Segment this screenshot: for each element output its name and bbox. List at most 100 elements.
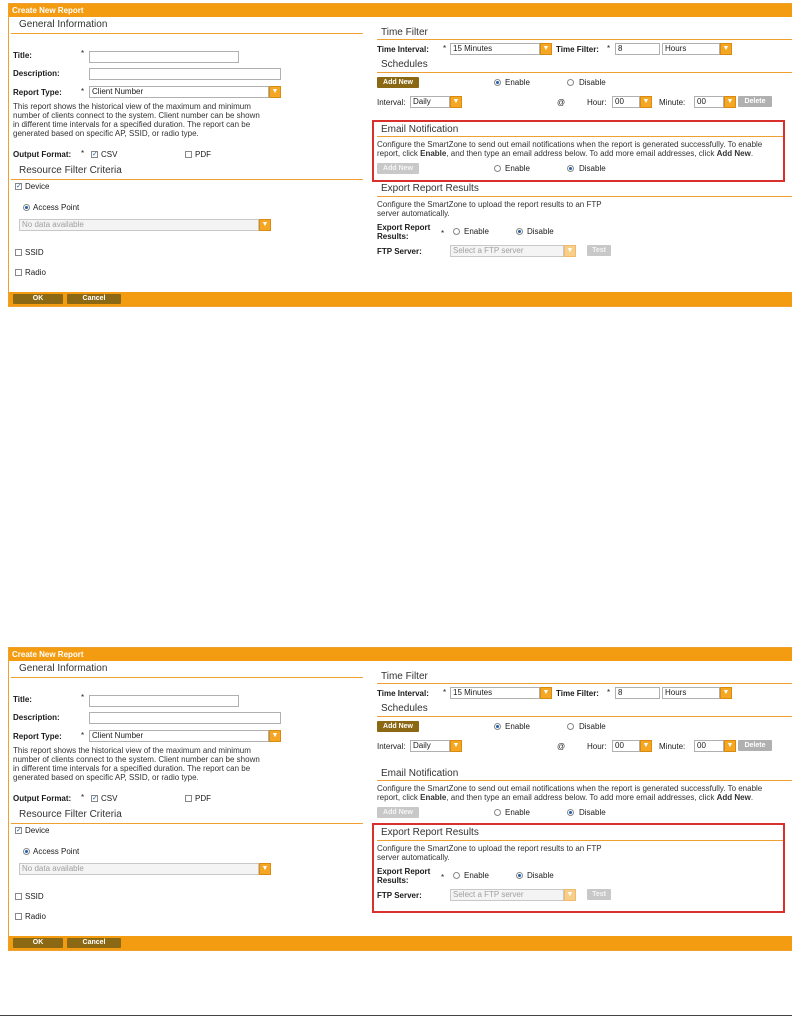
ap-select[interactable]: No data available <box>19 863 259 875</box>
divider <box>377 196 792 197</box>
schedule-disable-radio[interactable] <box>567 723 574 730</box>
required-mark: * <box>81 87 85 96</box>
export-disable-radio[interactable] <box>516 228 523 235</box>
time-filter-input[interactable]: 8 <box>615 687 660 699</box>
csv-checkbox[interactable]: ✓ <box>91 795 98 802</box>
csv-checkbox[interactable]: ✓ <box>91 151 98 158</box>
chevron-down-icon[interactable]: ▼ <box>450 96 462 108</box>
email-enable-radio[interactable] <box>494 809 501 816</box>
hour-select[interactable]: 00 <box>612 96 640 108</box>
schedules-heading: Schedules <box>381 59 428 70</box>
email-add-new-button[interactable]: Add New <box>377 807 419 818</box>
access-point-label: Access Point <box>33 203 80 212</box>
report-type-label: Report Type: <box>13 88 62 97</box>
chevron-down-icon[interactable]: ▼ <box>540 43 552 55</box>
export-disable-label: Disable <box>527 227 554 236</box>
schedule-enable-radio[interactable] <box>494 723 501 730</box>
time-interval-select[interactable]: 15 Minutes <box>450 687 540 699</box>
required-mark: * <box>441 229 445 238</box>
export-heading: Export Report Results <box>381 183 479 194</box>
minute-select[interactable]: 00 <box>694 740 724 752</box>
interval-select[interactable]: Daily <box>410 740 450 752</box>
interval-select[interactable]: Daily <box>410 96 450 108</box>
time-unit-select[interactable]: Hours <box>662 687 720 699</box>
chevron-down-icon[interactable]: ▼ <box>640 96 652 108</box>
access-point-radio[interactable] <box>23 204 30 211</box>
export-description: Configure the SmartZone to upload the re… <box>377 200 602 218</box>
schedule-add-new-button[interactable]: Add New <box>377 77 419 88</box>
time-filter-label: Time Filter: <box>556 689 599 698</box>
cancel-button[interactable]: Cancel <box>67 294 121 304</box>
access-point-radio[interactable] <box>23 848 30 855</box>
radio-checkbox[interactable] <box>15 269 22 276</box>
export-enable-radio[interactable] <box>453 228 460 235</box>
ssid-checkbox[interactable] <box>15 249 22 256</box>
title-input[interactable] <box>89 695 239 707</box>
chevron-down-icon[interactable]: ▼ <box>450 740 462 752</box>
time-filter-heading: Time Filter <box>381 27 428 38</box>
ssid-checkbox[interactable] <box>15 893 22 900</box>
divider <box>11 823 363 824</box>
radio-label: Radio <box>25 268 46 277</box>
test-button[interactable]: Test <box>587 245 611 256</box>
schedule-add-new-button[interactable]: Add New <box>377 721 419 732</box>
dialog-title: Create New Report <box>9 4 792 17</box>
time-filter-input[interactable]: 8 <box>615 43 660 55</box>
minute-label: Minute: <box>659 742 686 751</box>
dialog-footer: OK Cancel <box>9 292 792 306</box>
cancel-button[interactable]: Cancel <box>67 938 121 948</box>
time-filter-heading: Time Filter <box>381 671 428 682</box>
device-checkbox[interactable]: ✓ <box>15 183 22 190</box>
report-dialog-1: Create New Report General Information Ti… <box>8 3 792 307</box>
pdf-checkbox[interactable] <box>185 151 192 158</box>
chevron-down-icon[interactable]: ▼ <box>720 43 732 55</box>
delete-button[interactable]: Delete <box>738 740 772 751</box>
chevron-down-icon[interactable]: ▼ <box>269 730 281 742</box>
hour-select[interactable]: 00 <box>612 740 640 752</box>
chevron-down-icon[interactable]: ▼ <box>720 687 732 699</box>
chevron-down-icon[interactable]: ▼ <box>724 740 736 752</box>
ok-button[interactable]: OK <box>13 938 63 948</box>
ok-button[interactable]: OK <box>13 294 63 304</box>
report-type-select[interactable]: Client Number <box>89 86 269 98</box>
report-description: This report shows the historical view of… <box>13 746 260 782</box>
export-enable-label: Enable <box>464 227 489 236</box>
chevron-down-icon[interactable]: ▼ <box>540 687 552 699</box>
report-type-label: Report Type: <box>13 732 62 741</box>
email-highlight-box <box>372 120 785 182</box>
chevron-down-icon[interactable]: ▼ <box>724 96 736 108</box>
required-mark: * <box>443 688 447 697</box>
radio-checkbox[interactable] <box>15 913 22 920</box>
email-disable-label: Disable <box>579 808 606 817</box>
chevron-down-icon[interactable]: ▼ <box>269 86 281 98</box>
required-mark: * <box>443 44 447 53</box>
pdf-label: PDF <box>195 150 211 159</box>
email-disable-radio[interactable] <box>567 809 574 816</box>
description-input[interactable] <box>89 68 281 80</box>
minute-label: Minute: <box>659 98 686 107</box>
title-input[interactable] <box>89 51 239 63</box>
interval-label: Interval: <box>377 98 406 107</box>
time-unit-select[interactable]: Hours <box>662 43 720 55</box>
time-interval-select[interactable]: 15 Minutes <box>450 43 540 55</box>
ap-select[interactable]: No data available <box>19 219 259 231</box>
device-checkbox[interactable]: ✓ <box>15 827 22 834</box>
chevron-down-icon[interactable]: ▼ <box>259 219 271 231</box>
minute-select[interactable]: 00 <box>694 96 724 108</box>
divider <box>377 780 792 781</box>
description-input[interactable] <box>89 712 281 724</box>
chevron-down-icon[interactable]: ▼ <box>640 740 652 752</box>
resource-heading: Resource Filter Criteria <box>19 809 122 820</box>
pdf-checkbox[interactable] <box>185 795 192 802</box>
chevron-down-icon[interactable]: ▼ <box>564 245 576 257</box>
description-label: Description: <box>13 713 60 722</box>
email-heading: Email Notification <box>381 768 459 779</box>
ftp-server-select[interactable]: Select a FTP server <box>450 245 564 257</box>
report-type-select[interactable]: Client Number <box>89 730 269 742</box>
schedules-heading: Schedules <box>381 703 428 714</box>
delete-button[interactable]: Delete <box>738 96 772 107</box>
schedule-disable-radio[interactable] <box>567 79 574 86</box>
interval-label: Interval: <box>377 742 406 751</box>
chevron-down-icon[interactable]: ▼ <box>259 863 271 875</box>
schedule-enable-radio[interactable] <box>494 79 501 86</box>
